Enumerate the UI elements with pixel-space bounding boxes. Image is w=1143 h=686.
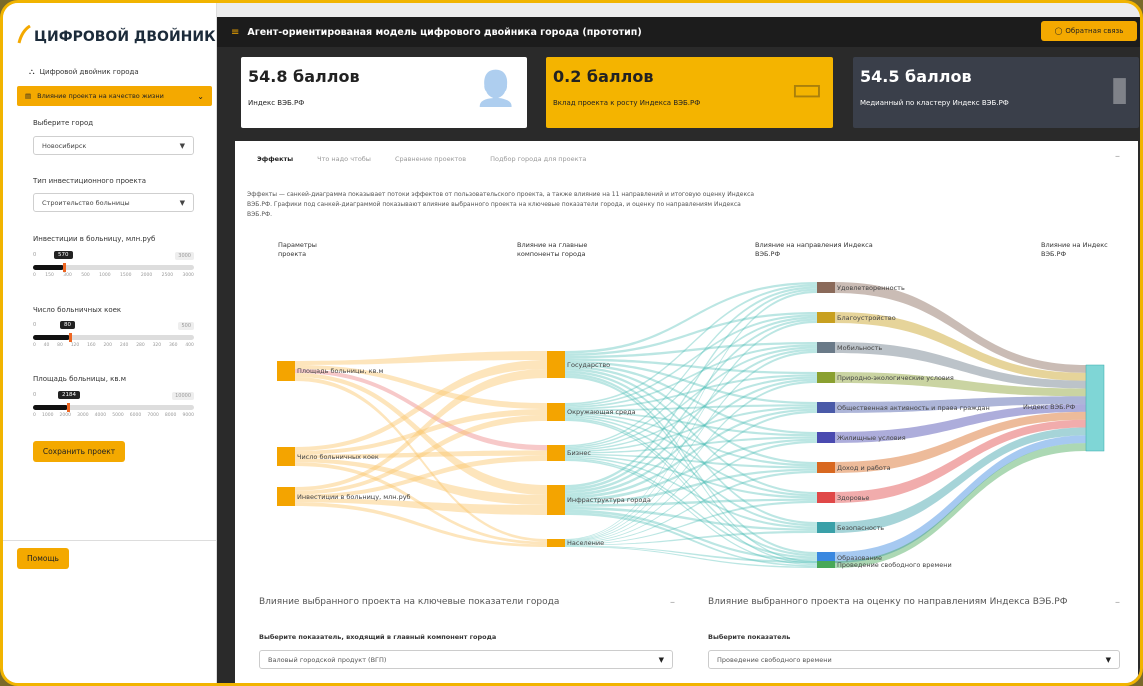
sankey-node-label: Природно-экологические условия <box>837 373 954 382</box>
sankey-node-label: Бизнес <box>567 449 591 457</box>
direction-select[interactable]: Проведение свободного времени ▼ <box>708 650 1120 669</box>
caret-down-icon: ▼ <box>658 655 664 664</box>
sankey-node-label: Жилищные условия <box>837 433 906 442</box>
collapse-icon[interactable]: – <box>1115 597 1120 608</box>
sankey-node-direction[interactable] <box>817 462 835 473</box>
sankey-node-label: Благоустройство <box>837 313 896 322</box>
sankey-node-direction[interactable] <box>817 561 835 568</box>
sankey-node-label: Население <box>567 539 605 547</box>
panel-title: Влияние выбранного проекта на оценку по … <box>708 597 1068 607</box>
indicator-select-value: Валовый городской продукт (ВГП) <box>268 655 387 664</box>
sankey-node-param[interactable] <box>277 447 295 466</box>
sankey-node-label: Инфраструктура города <box>567 496 651 504</box>
sankey-node-label: Инвестиции в больницу, млн.руб <box>297 492 411 501</box>
sankey-node-label: Государство <box>567 360 611 369</box>
sankey-node-component[interactable] <box>547 351 565 378</box>
sankey-link <box>835 282 1086 373</box>
sankey-node-label: Удовлетворенность <box>837 283 905 292</box>
sankey-node-direction[interactable] <box>817 402 835 413</box>
sankey-node-label: Индекс ВЭБ.РФ <box>1023 403 1076 411</box>
sankey-node-direction[interactable] <box>817 282 835 293</box>
sankey-node-label: Число больничных коек <box>297 452 379 461</box>
app-frame: ЦИФРОВОЙ ДВОЙНИК ⛬ Цифровой двойник горо… <box>0 0 1143 686</box>
sankey-node-direction[interactable] <box>817 432 835 443</box>
sankey-node-direction[interactable] <box>817 492 835 503</box>
caret-down-icon: ▼ <box>1105 655 1111 664</box>
sankey-node-label: Окружающая среда <box>567 408 636 416</box>
sankey-node-label: Доход и работа <box>837 463 891 472</box>
direction-select-label: Выберите показатель <box>708 633 791 641</box>
direction-select-value: Проведение свободного времени <box>717 655 832 664</box>
sankey-node-direction[interactable] <box>817 312 835 323</box>
sankey-node-direction[interactable] <box>817 342 835 353</box>
key-indicators-panel: Влияние выбранного проекта на ключевые п… <box>245 591 687 683</box>
sankey-node-direction[interactable] <box>817 372 835 383</box>
sankey-node-label: Здоровье <box>837 493 870 502</box>
sankey-node-label: Безопасность <box>837 523 885 532</box>
panel-title: Влияние выбранного проекта на ключевые п… <box>259 597 560 607</box>
sankey-node-final[interactable] <box>1085 364 1105 452</box>
sankey-node-param[interactable] <box>277 361 295 381</box>
sankey-link <box>295 351 547 365</box>
sankey-node-label: Общественная активность и права граждан <box>837 403 990 412</box>
sankey-diagram <box>277 282 1105 568</box>
directions-panel: Влияние выбранного проекта на оценку по … <box>694 591 1132 683</box>
sankey-node-direction[interactable] <box>817 522 835 533</box>
sankey-node-component[interactable] <box>547 539 565 547</box>
sankey-node-component[interactable] <box>547 445 565 461</box>
sankey-node-label: Проведение свободного времени <box>837 560 952 569</box>
collapse-icon[interactable]: – <box>670 597 675 608</box>
sankey-node-label: Площадь больницы, кв.м <box>297 367 384 375</box>
indicator-select[interactable]: Валовый городской продукт (ВГП) ▼ <box>259 650 673 669</box>
sankey-node-component[interactable] <box>547 485 565 515</box>
sankey-node-component[interactable] <box>547 403 565 421</box>
sankey-node-param[interactable] <box>277 487 295 506</box>
indicator-select-label: Выберите показатель, входящий в главный … <box>259 633 497 641</box>
sankey-node-label: Мобильность <box>837 343 883 352</box>
